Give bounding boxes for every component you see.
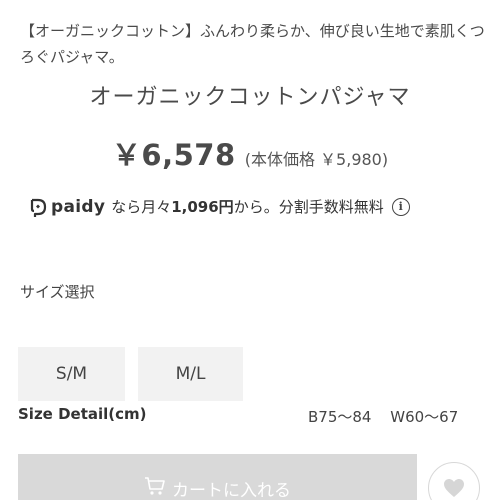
add-to-cart-label: カートに入れる <box>172 481 291 500</box>
add-to-cart-button[interactable]: カートに入れる <box>18 454 417 500</box>
favorite-button[interactable] <box>428 462 480 500</box>
paidy-logo-text: paidy <box>51 196 106 217</box>
info-icon[interactable]: i <box>391 197 410 216</box>
bust-range: B75～84 <box>308 408 372 426</box>
size-select-label: サイズ選択 <box>20 283 95 301</box>
price-excl-tax: (本体価格 ￥5,980) <box>244 150 389 169</box>
paidy-suffix: から。分割手数料無料 <box>233 198 384 216</box>
price-row: ￥6,578 (本体価格 ￥5,980) <box>0 132 500 174</box>
paidy-installment-info: paidy なら月々 1,096円 から。分割手数料無料 i <box>28 196 478 217</box>
cart-icon <box>145 477 165 495</box>
product-title: オーガニックコットンパジャマ <box>89 85 411 110</box>
waist-range: W60～67 <box>390 408 459 426</box>
size-detail-values: B75～84 W60～67 <box>308 406 458 427</box>
size-option-sm[interactable]: S/M <box>18 347 125 401</box>
product-tagline: 【オーガニックコットン】ふんわり柔らか、伸び良い生地で素肌くつろぐパジャマ。 <box>20 22 485 66</box>
paidy-prefix: なら月々 <box>111 198 172 216</box>
size-option-ml[interactable]: M/L <box>138 347 243 401</box>
paidy-logo: paidy <box>28 197 105 217</box>
heart-icon <box>444 479 464 497</box>
size-detail-label: Size Detail(cm) <box>18 405 147 423</box>
paidy-amount: 1,096円 <box>171 198 234 216</box>
paidy-icon <box>30 198 47 217</box>
price: ￥6,578 <box>111 138 236 172</box>
